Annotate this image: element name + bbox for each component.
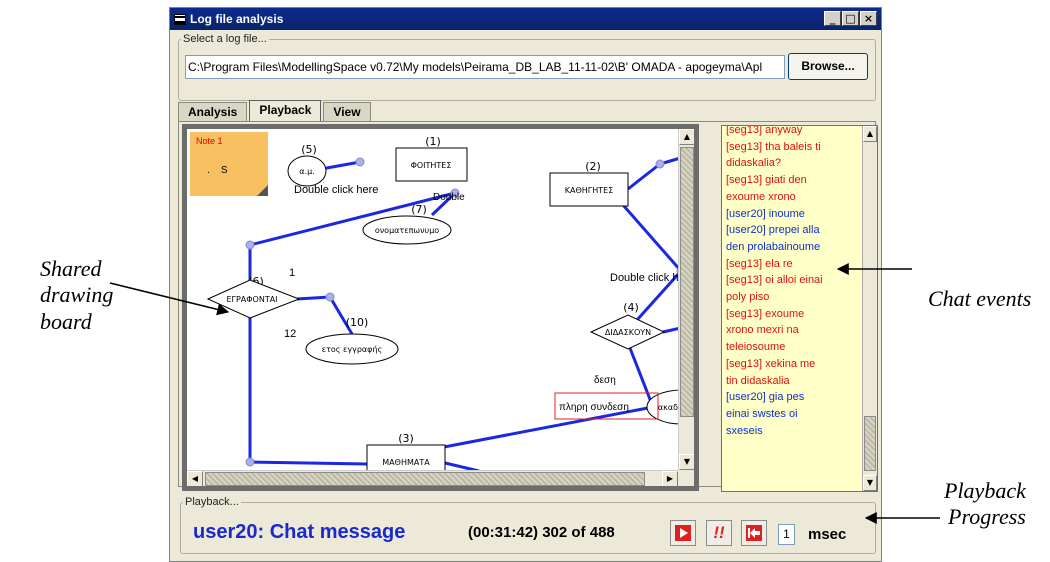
annotation-arrows [109,263,940,524]
arrow-to-board [109,282,230,316]
